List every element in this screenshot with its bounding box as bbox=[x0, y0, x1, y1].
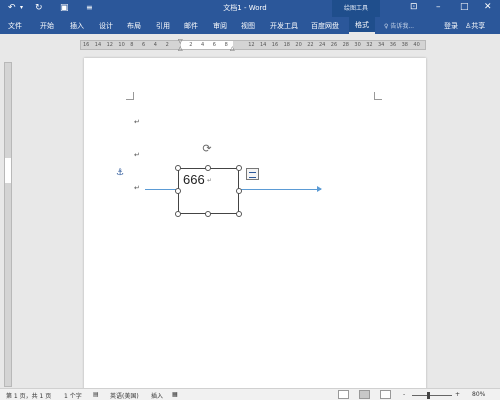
ribbon-tab-bar: 文件 开始 插入 设计 布局 引用 邮件 审阅 视图 开发工具 百度网盘 格式 … bbox=[0, 17, 500, 34]
paragraph-mark: ↵ bbox=[134, 151, 140, 159]
tab-layout[interactable]: 布局 bbox=[127, 21, 141, 31]
resize-handle-left[interactable] bbox=[175, 188, 181, 194]
ruler-tick-label: 16 bbox=[83, 42, 90, 48]
tab-format[interactable]: 格式 bbox=[349, 17, 375, 34]
ruler-tick-label: 36 bbox=[389, 42, 397, 48]
tab-baidu-netdisk[interactable]: 百度网盘 bbox=[311, 21, 339, 31]
right-indent-marker[interactable]: △ bbox=[230, 45, 235, 52]
tab-home[interactable]: 开始 bbox=[40, 21, 54, 31]
paragraph-mark: ↵ bbox=[207, 177, 213, 184]
tab-review[interactable]: 审阅 bbox=[213, 21, 227, 31]
window-title: 文档1 - Word bbox=[223, 4, 267, 12]
document-page[interactable]: ↵ ↵ ↵ ⚓ ⟳ 666 ↵ bbox=[84, 58, 426, 390]
ruler-tick-label: 16 bbox=[271, 42, 279, 48]
tab-references[interactable]: 引用 bbox=[156, 21, 170, 31]
read-mode-view-button[interactable] bbox=[338, 390, 349, 399]
ruler-tick-label: 40 bbox=[413, 42, 420, 48]
ruler-tick-label: 10 bbox=[118, 42, 125, 48]
text-box-content[interactable]: 666 bbox=[183, 172, 205, 187]
resize-handle-bottom-right[interactable] bbox=[236, 211, 242, 217]
language-indicator[interactable]: 英语(美国) bbox=[110, 391, 139, 400]
ruler-tick-label: 26 bbox=[330, 42, 338, 48]
ruler-tick-label: 38 bbox=[401, 42, 408, 48]
tab-developer[interactable]: 开发工具 bbox=[270, 21, 298, 31]
ruler-tick-label: 18 bbox=[283, 42, 290, 48]
ruler-tick-label: 14 bbox=[260, 42, 267, 48]
hanging-indent-marker[interactable]: △ bbox=[178, 45, 183, 52]
tell-me-search[interactable]: ♀ 告诉我... bbox=[384, 21, 414, 30]
status-bar: 第 1 页，共 1 页 1 个字 ▤ 英语(美国) 插入 ▦ - + 80% bbox=[0, 388, 500, 400]
print-layout-view-button[interactable] bbox=[359, 390, 370, 399]
save-icon[interactable]: ▣ bbox=[60, 3, 69, 13]
ruler-tick-label: 8 bbox=[224, 42, 228, 48]
ruler-tick-label: 30 bbox=[354, 42, 361, 48]
rotate-handle-icon[interactable]: ⟳ bbox=[201, 143, 213, 155]
share-button[interactable]: ♙共享 bbox=[465, 21, 485, 31]
arrow-head bbox=[317, 186, 322, 192]
zoom-in-button[interactable]: + bbox=[455, 391, 460, 398]
page-count[interactable]: 第 1 页，共 1 页 bbox=[6, 391, 51, 400]
anchor-icon: ⚓ bbox=[116, 168, 125, 178]
undo-dropdown-icon[interactable]: ▾ bbox=[20, 3, 23, 13]
ruler-tick-label: 2 bbox=[165, 42, 169, 48]
layout-options-button[interactable] bbox=[246, 168, 259, 180]
margin-corner-top-right bbox=[374, 92, 382, 100]
ruler-tick-label: 12 bbox=[248, 42, 255, 48]
ruler-tick-label: 6 bbox=[142, 42, 146, 48]
login-link[interactable]: 登录 bbox=[444, 21, 458, 31]
ruler-tick-label: 14 bbox=[94, 42, 102, 48]
title-bar: ↶ ▾ ↻ ▣ ≡ 文档1 - Word 绘图工具 ⊡ – □ ✕ bbox=[0, 0, 500, 17]
word-count[interactable]: 1 个字 bbox=[64, 391, 82, 400]
minimize-icon[interactable]: – bbox=[436, 2, 441, 12]
tab-design[interactable]: 设计 bbox=[99, 21, 113, 31]
resize-handle-bottom[interactable] bbox=[205, 211, 211, 217]
undo-icon[interactable]: ↶ bbox=[8, 3, 16, 13]
zoom-slider-track[interactable] bbox=[412, 395, 452, 396]
redo-icon[interactable]: ↻ bbox=[35, 3, 43, 13]
vertical-ruler[interactable] bbox=[4, 62, 12, 387]
zoom-out-button[interactable]: - bbox=[403, 391, 405, 398]
tab-mailings[interactable]: 邮件 bbox=[184, 21, 198, 31]
insert-mode[interactable]: 插入 bbox=[151, 391, 163, 400]
ruler-tick-label: 2 bbox=[189, 42, 193, 48]
ruler-tick-label: 34 bbox=[378, 42, 385, 48]
ruler-tick-label: 32 bbox=[366, 42, 373, 48]
proofing-icon[interactable]: ▤ bbox=[93, 391, 99, 398]
tab-view[interactable]: 视图 bbox=[241, 21, 255, 31]
share-label: 共享 bbox=[471, 22, 486, 30]
web-layout-view-button[interactable] bbox=[380, 390, 391, 399]
first-line-indent-marker[interactable]: ▽ bbox=[178, 38, 183, 45]
search-placeholder: 告诉我... bbox=[390, 23, 415, 30]
ruler-tick-label: 24 bbox=[319, 42, 326, 48]
ruler-tick-label: 12 bbox=[106, 42, 113, 48]
zoom-level[interactable]: 80% bbox=[472, 391, 485, 398]
resize-handle-right[interactable] bbox=[236, 188, 242, 194]
ruler-tick-label: 4 bbox=[201, 42, 205, 48]
ruler-tick-label: 6 bbox=[212, 42, 216, 48]
ruler-text-area-vertical bbox=[5, 158, 11, 183]
resize-handle-top[interactable] bbox=[205, 165, 211, 171]
tab-insert[interactable]: 插入 bbox=[70, 21, 84, 31]
margin-corner-top-left bbox=[126, 92, 134, 100]
horizontal-ruler[interactable]: 16 14 12 10 8 6 4 2 2 4 6 8 12 14 16 18 20 22 24 26 28 30 32 34… bbox=[80, 38, 426, 52]
ruler-tick-label: 20 bbox=[295, 42, 302, 48]
paragraph-mark: ↵ bbox=[134, 118, 140, 126]
customize-qat-icon[interactable]: ≡ bbox=[86, 3, 93, 13]
macro-record-icon[interactable]: ▦ bbox=[172, 391, 178, 398]
close-icon[interactable]: ✕ bbox=[484, 2, 492, 12]
zoom-slider-thumb[interactable] bbox=[427, 392, 430, 399]
maximize-icon[interactable]: □ bbox=[460, 2, 469, 12]
ruler-tick-label: 22 bbox=[307, 42, 314, 48]
drawing-tools-label: 绘图工具 bbox=[332, 0, 380, 17]
ruler-tick-label: 28 bbox=[342, 42, 349, 48]
paragraph-mark: ↵ bbox=[134, 184, 140, 192]
ruler-tick-label: 8 bbox=[130, 42, 134, 48]
text-box[interactable]: 666 ↵ bbox=[178, 168, 239, 214]
ribbon-display-icon[interactable]: ⊡ bbox=[410, 2, 418, 12]
tab-file[interactable]: 文件 bbox=[8, 21, 22, 31]
resize-handle-bottom-left[interactable] bbox=[175, 211, 181, 217]
resize-handle-top-right[interactable] bbox=[236, 165, 242, 171]
resize-handle-top-left[interactable] bbox=[175, 165, 181, 171]
ruler-tick-label: 4 bbox=[153, 42, 157, 48]
